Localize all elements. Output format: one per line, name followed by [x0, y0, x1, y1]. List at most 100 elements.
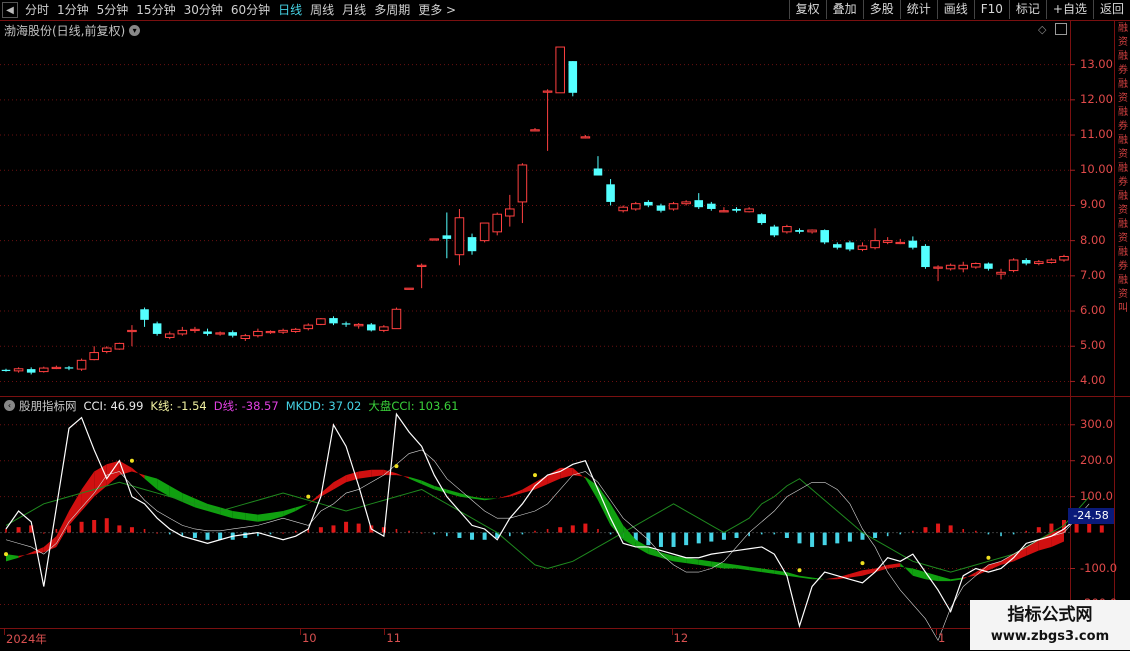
band-segment [18, 552, 32, 558]
band-segment [182, 493, 195, 508]
candle-body [127, 329, 137, 333]
candle-body [1059, 255, 1069, 261]
histogram-bar [92, 520, 97, 533]
histogram-bar [117, 525, 122, 533]
band-segment [887, 563, 901, 569]
main-y-tick: 7.00 [1080, 267, 1106, 282]
main-y-tick: 10.00 [1080, 162, 1113, 177]
histogram-bar [684, 532, 689, 546]
date-axis: 2024年 10 11 12 1 [0, 628, 1070, 651]
candle-body [833, 244, 842, 248]
candle-body [240, 335, 251, 339]
candle-body [303, 324, 314, 330]
candle-body [933, 266, 943, 269]
histogram-bar [509, 532, 511, 537]
histogram-bar [936, 523, 941, 533]
histogram-bar [282, 532, 284, 534]
histogram-bar [709, 532, 714, 542]
indicator-d: D线: -38.57 [213, 398, 279, 413]
histogram-bar [609, 532, 612, 535]
histogram-bar [156, 532, 158, 534]
histogram-bar [835, 532, 840, 544]
candle-body [707, 203, 716, 209]
histogram-bar [79, 521, 84, 533]
candle-body [265, 330, 276, 334]
indicator-y-tick: -100.0 [1080, 560, 1118, 575]
histogram-bar [721, 532, 726, 540]
candle-body [404, 287, 414, 290]
band-segment [736, 564, 750, 571]
indicator-k: K线: -1.54 [150, 398, 207, 413]
candle-body [101, 347, 112, 353]
candle-body [757, 214, 766, 224]
band-segment [761, 568, 775, 574]
candle-body [353, 323, 364, 327]
band-segment [333, 475, 347, 490]
cci-line [5, 412, 1090, 629]
candle-body [656, 205, 666, 211]
candle-body [820, 230, 829, 243]
histogram-bar [912, 530, 914, 533]
signal-dot [306, 494, 311, 499]
signal-dot [860, 561, 865, 566]
indicator-y-tick: 300.0 [1080, 416, 1113, 431]
histogram-bar [534, 530, 536, 533]
candle-body [391, 308, 402, 330]
signal-dot [986, 555, 991, 560]
candle-body [630, 203, 641, 210]
band-segment [1026, 539, 1039, 556]
histogram-bar [773, 532, 776, 535]
histogram-bar [331, 525, 336, 533]
date-label: 11 [386, 631, 402, 645]
candle-body [857, 245, 868, 250]
indicator-cci: CCI: 46.99 [83, 398, 144, 413]
band-segment [597, 485, 611, 526]
candle-body [479, 222, 490, 242]
histogram-bar [1000, 532, 1002, 537]
candle-body [505, 208, 515, 217]
indicator-menu-icon[interactable]: ‹ [4, 400, 15, 411]
main-y-tick: 5.00 [1080, 338, 1106, 353]
band-segment [472, 496, 485, 501]
histogram-bar [243, 532, 248, 538]
candle-body [580, 136, 591, 139]
histogram-bar [294, 530, 297, 533]
candle-body [542, 90, 553, 93]
band-segment [358, 469, 372, 479]
candle-body [945, 264, 956, 270]
date-label: 12 [673, 631, 689, 645]
date-tick [671, 629, 673, 635]
signal-dot [797, 568, 802, 573]
candle-body [190, 328, 200, 332]
histogram-bar [457, 532, 462, 538]
candle-body [39, 367, 49, 373]
chart-canvas [0, 46, 1104, 642]
histogram-bar [671, 532, 676, 547]
indicator-y-tick: 200.0 [1080, 452, 1113, 467]
band-segment [245, 512, 258, 522]
band-segment [459, 493, 473, 499]
candle-body [845, 242, 855, 250]
candle-body [870, 240, 880, 249]
candle-body [164, 333, 175, 338]
histogram-bar [899, 532, 902, 535]
band-segment [144, 475, 158, 490]
histogram-bar [822, 532, 827, 546]
band-segment [257, 512, 271, 522]
band-segment [295, 503, 309, 512]
histogram-bar [546, 528, 549, 533]
candle-body [1046, 259, 1057, 263]
histogram-bar [104, 518, 109, 533]
histogram-bar [218, 532, 223, 540]
candle-body [89, 352, 99, 361]
candle-body [177, 329, 188, 335]
candle-body [971, 263, 981, 268]
histogram-bar [55, 528, 58, 533]
candle-body [1034, 261, 1044, 265]
indicator-y-tick: 100.0 [1080, 488, 1113, 503]
histogram-bar [521, 532, 524, 535]
band-segment [547, 467, 561, 485]
band-segment [421, 480, 435, 490]
band-segment [396, 473, 410, 479]
main-y-tick: 8.00 [1080, 232, 1106, 247]
